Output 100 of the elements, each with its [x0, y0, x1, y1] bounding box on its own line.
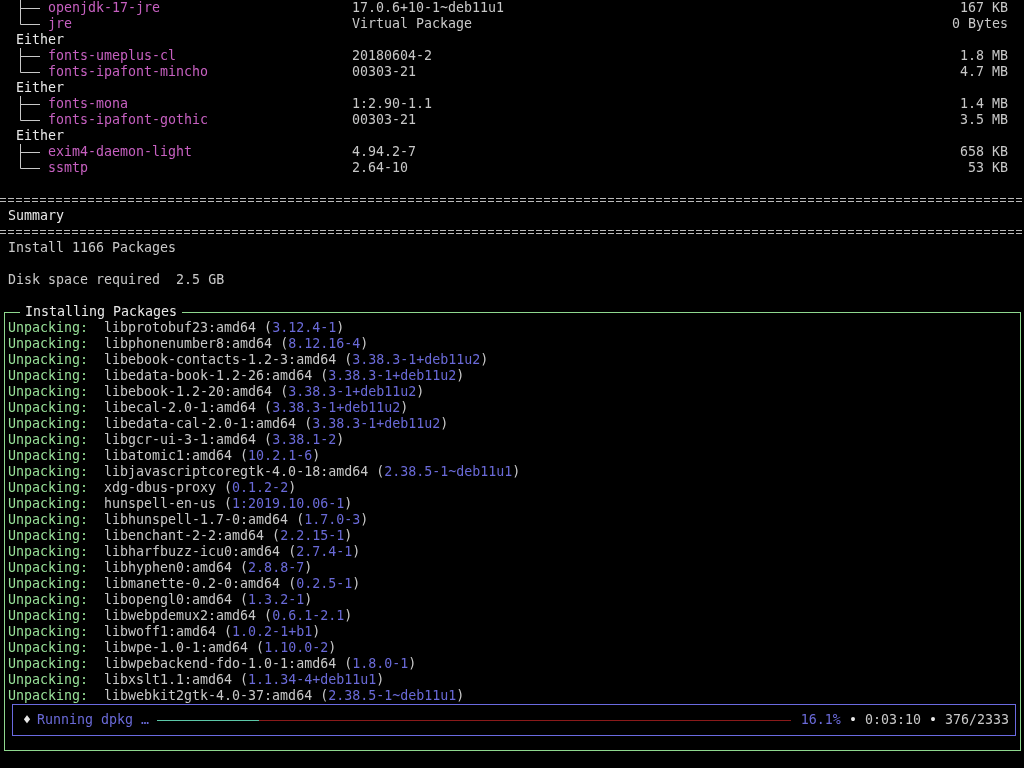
package-name: libwpe-1.0-1:amd64 [104, 640, 249, 656]
package-size: 4.7 MB [959, 64, 1008, 80]
disk-space-label: Disk space required [8, 272, 161, 287]
package-name: libecal-2.0-1:amd64 [104, 400, 257, 416]
action-label: Unpacking: [8, 656, 90, 672]
package-name: libwebpdemux2:amd64 [104, 608, 257, 624]
package-version: (8.12.16-4) [280, 336, 369, 352]
package-version: (0.1.2-2) [224, 480, 297, 496]
package-name: xdg-dbus-proxy [104, 480, 217, 496]
package-name: libgcr-ui-3-1:amd64 [104, 432, 257, 448]
action-label: Unpacking: [8, 688, 90, 704]
package-name: libenchant-2-2:amd64 [104, 528, 265, 544]
package-size: 167 KB [959, 0, 1008, 16]
package-name: hunspell-en-us [104, 496, 217, 512]
package-name: libprotobuf23:amd64 [104, 320, 257, 336]
package-version: 4.94.2-7 [352, 144, 417, 159]
separator-dot: • [848, 712, 857, 728]
package-version: (1.8.0-1) [344, 656, 417, 672]
package-name: libhunspell-1.7-0:amd64 [104, 512, 289, 528]
package-version: 2.64-10 [352, 160, 409, 175]
package-name: jre [48, 16, 74, 32]
action-label: Unpacking: [8, 576, 90, 592]
package-size: 1.4 MB [959, 96, 1008, 112]
action-label: Unpacking: [8, 416, 90, 432]
package-version: (3.38.3-1+deb11u2) [264, 400, 409, 416]
package-version: (3.12.4-1) [264, 320, 345, 336]
package-name: libedata-book-1.2-26:amd64 [104, 368, 313, 384]
package-version: (1.7.0-3) [296, 512, 369, 528]
action-label: Unpacking: [8, 384, 90, 400]
action-label: Unpacking: [8, 320, 90, 336]
package-name: libedata-cal-2.0-1:amd64 [104, 416, 297, 432]
package-version: (1.0.2-1+b1) [224, 624, 321, 640]
package-name: fonts-ipafont-gothic [48, 112, 210, 128]
package-name: fonts-mona [48, 96, 130, 112]
package-name: libebook-contacts-1.2-3:amd64 [104, 352, 337, 368]
action-label: Unpacking: [8, 624, 90, 640]
package-version: (2.7.4-1) [288, 544, 361, 560]
package-version: (1.10.0-2) [256, 640, 337, 656]
spinner-icon: ♦ [23, 712, 31, 728]
package-name: libwpebackend-fdo-1.0-1:amd64 [104, 656, 337, 672]
action-label: Unpacking: [8, 352, 90, 368]
package-name: libatomic1:amd64 [104, 448, 233, 464]
package-name: libhyphen0:amd64 [104, 560, 233, 576]
package-size: 1.8 MB [959, 48, 1008, 64]
action-label: Unpacking: [8, 544, 90, 560]
package-version: (1.3.2-1) [240, 592, 313, 608]
summary-title: Summary [8, 208, 65, 223]
package-version: (2.38.5-1~deb11u1) [320, 688, 465, 704]
action-label: Unpacking: [8, 512, 90, 528]
package-name: libxslt1.1:amd64 [104, 672, 233, 688]
package-size: 0 Bytes [951, 16, 1008, 32]
package-name: libharfbuzz-icu0:amd64 [104, 544, 281, 560]
package-name: libphonenumber8:amd64 [104, 336, 273, 352]
disk-space-value: 2.5 GB [176, 272, 225, 287]
package-version: (3.38.1-2) [264, 432, 345, 448]
package-version: (1:2019.10.06-1) [224, 496, 353, 512]
package-version: 00303-21 [352, 64, 417, 79]
package-version: 20180604-2 [352, 48, 433, 63]
action-label: Unpacking: [8, 368, 90, 384]
action-label: Unpacking: [8, 560, 90, 576]
package-name: libwebkit2gtk-4.0-37:amd64 [104, 688, 313, 704]
elapsed-time: 0:03:10 [864, 712, 921, 728]
package-version: (3.38.3-1+deb11u2) [280, 384, 425, 400]
package-name: fonts-umeplus-cl [48, 48, 178, 64]
package-name: fonts-ipafont-mincho [48, 64, 210, 80]
package-version: 00303-21 [352, 112, 417, 127]
package-name: openjdk-17-jre [48, 0, 162, 16]
package-version: 17.0.6+10-1~deb11u1 [352, 0, 505, 15]
action-label: Unpacking: [8, 496, 90, 512]
action-label: Unpacking: [8, 464, 90, 480]
package-version: (2.8.8-7) [240, 560, 313, 576]
package-version: (3.38.3-1+deb11u2) [320, 368, 465, 384]
package-version: (3.38.3-1+deb11u2) [344, 352, 489, 368]
package-size: 658 KB [959, 144, 1008, 160]
package-version: (2.2.15-1) [272, 528, 353, 544]
status-text: Running dpkg … [37, 712, 150, 728]
package-version: 1:2.90-1.1 [352, 96, 433, 111]
package-name: libmanette-0.2-0:amd64 [104, 576, 281, 592]
action-label: Unpacking: [8, 608, 90, 624]
action-label: Unpacking: [8, 640, 90, 656]
package-size: 53 KB [967, 160, 1008, 176]
package-name: exim4-daemon-light [48, 144, 194, 160]
group-label: Either [16, 80, 65, 96]
action-label: Unpacking: [8, 336, 90, 352]
group-label: Either [16, 32, 65, 48]
package-name: ssmtp [48, 160, 90, 176]
group-label: Either [16, 128, 65, 144]
separator-dot: • [928, 712, 937, 728]
package-version: (2.38.5-1~deb11u1) [376, 464, 521, 480]
panel-title: Installing Packages [20, 304, 183, 320]
percent-text: 16.1% [800, 712, 841, 728]
action-label: Unpacking: [8, 480, 90, 496]
package-version: Virtual Package [352, 16, 473, 31]
package-version: (1.1.34-4+deb11u1) [240, 672, 385, 688]
package-version: (3.38.3-1+deb11u2) [304, 416, 449, 432]
package-name: libjavascriptcoregtk-4.0-18:amd64 [104, 464, 369, 480]
action-label: Unpacking: [8, 400, 90, 416]
action-label: Unpacking: [8, 432, 90, 448]
package-version: (0.2.5-1) [288, 576, 361, 592]
action-label: Unpacking: [8, 592, 90, 608]
